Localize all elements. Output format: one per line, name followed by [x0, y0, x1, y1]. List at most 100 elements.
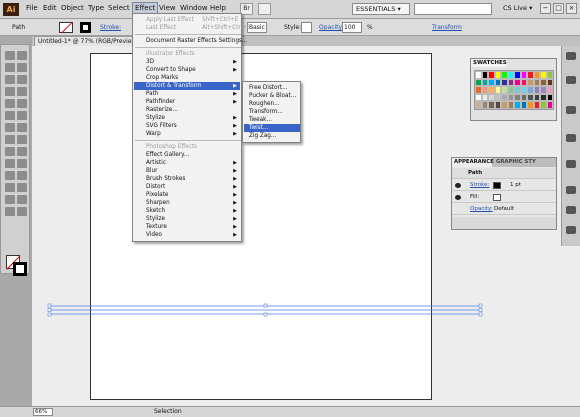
- menu-item-path[interactable]: Path ▶: [134, 90, 240, 98]
- swatch-chip[interactable]: [546, 86, 553, 94]
- graphic-style-swatch[interactable]: [301, 22, 312, 33]
- layers-panel-icon[interactable]: [566, 226, 576, 234]
- stroke-attribute-link[interactable]: Stroke:: [470, 180, 489, 191]
- lasso-tool-icon[interactable]: [17, 63, 27, 72]
- arrange-documents-icon[interactable]: [258, 3, 271, 15]
- menu-object[interactable]: Object: [61, 4, 84, 12]
- menu-item-sharpen[interactable]: Sharpen ▶: [134, 199, 240, 207]
- color-panel-icon[interactable]: [566, 52, 576, 60]
- close-button[interactable]: ×: [566, 3, 577, 14]
- pen-tool-icon[interactable]: [5, 75, 15, 84]
- eye-icon[interactable]: [455, 195, 461, 200]
- submenu-item-roughen[interactable]: Roughen...: [244, 100, 300, 108]
- menu-item-svg-filters[interactable]: SVG Filters ▶: [134, 122, 240, 130]
- menu-item-distort-transform[interactable]: Distort & Transform ▶: [134, 82, 240, 90]
- submenu-item-transform[interactable]: Transform...: [244, 108, 300, 116]
- menu-item-convert-to-shape[interactable]: Convert to Shape ▶: [134, 66, 240, 74]
- menu-item-document-raster-effects[interactable]: Document Raster Effects Settings...: [134, 37, 247, 45]
- cs-live-button[interactable]: CS Live ▾: [503, 4, 532, 12]
- symbols-panel-icon[interactable]: [566, 134, 576, 142]
- menu-view[interactable]: View: [159, 4, 176, 12]
- menu-item-stylize-photoshop[interactable]: Stylize ▶: [134, 215, 240, 223]
- appearance-stroke-row[interactable]: Stroke: 1 pt: [452, 180, 556, 191]
- appearance-opacity-row[interactable]: Opacity: Default: [452, 204, 556, 215]
- rotate-tool-icon[interactable]: [5, 123, 15, 132]
- eyedropper-tool-icon[interactable]: [5, 171, 15, 180]
- artboard-tool-icon[interactable]: [5, 195, 15, 204]
- stroke-attribute-swatch[interactable]: [493, 182, 501, 189]
- fill-attribute-swatch[interactable]: [493, 194, 501, 201]
- free-transform-tool-icon[interactable]: [17, 135, 27, 144]
- stroke-box-icon[interactable]: [13, 262, 27, 276]
- transparency-panel-icon[interactable]: [566, 206, 576, 214]
- stroke-weight-value[interactable]: 1 pt: [510, 180, 521, 191]
- menu-help[interactable]: Help: [210, 4, 226, 12]
- appearance-path-row[interactable]: Path: [452, 168, 556, 179]
- stroke-color-swatch[interactable]: [80, 22, 91, 33]
- menu-item-stylize[interactable]: Stylize ▶: [134, 114, 240, 122]
- swatch-chip[interactable]: [546, 101, 553, 109]
- eraser-tool-icon[interactable]: [17, 111, 27, 120]
- swatch-chip[interactable]: [546, 71, 553, 79]
- slice-tool-icon[interactable]: [17, 195, 27, 204]
- stroke-panel-link[interactable]: Stroke:: [100, 24, 121, 31]
- zoom-level-field[interactable]: 66%: [33, 408, 53, 416]
- menu-item-pathfinder[interactable]: Pathfinder ▶: [134, 98, 240, 106]
- help-search-input[interactable]: [414, 3, 492, 15]
- type-tool-icon[interactable]: [17, 75, 27, 84]
- menu-item-crop-marks[interactable]: Crop Marks: [134, 74, 240, 82]
- scale-tool-icon[interactable]: [17, 123, 27, 132]
- menu-edit[interactable]: Edit: [43, 4, 57, 12]
- rectangle-tool-icon[interactable]: [17, 87, 27, 96]
- menu-item-texture[interactable]: Texture ▶: [134, 223, 240, 231]
- menu-item-effect-gallery[interactable]: Effect Gallery...: [134, 151, 240, 159]
- menu-item-distort[interactable]: Distort ▶: [134, 183, 240, 191]
- selection-tool-icon[interactable]: [5, 51, 15, 60]
- workspace-switcher[interactable]: ESSENTIALS ▾: [352, 3, 410, 15]
- menu-select[interactable]: Select: [108, 4, 130, 12]
- appearance-fill-row[interactable]: Fill:: [452, 192, 556, 203]
- shape-builder-tool-icon[interactable]: [5, 147, 15, 156]
- menu-item-brush-strokes[interactable]: Brush Strokes ▶: [134, 175, 240, 183]
- transform-panel-link[interactable]: Transform: [432, 24, 462, 31]
- menu-item-pixelate[interactable]: Pixelate ▶: [134, 191, 240, 199]
- menu-item-rasterize[interactable]: Rasterize...: [134, 106, 240, 114]
- menu-item-blur[interactable]: Blur ▶: [134, 167, 240, 175]
- submenu-item-twist[interactable]: Twist...: [244, 124, 300, 132]
- color-guide-icon[interactable]: [566, 76, 576, 84]
- opacity-panel-link[interactable]: Opacity:: [319, 24, 344, 31]
- swatches-tab[interactable]: SWATCHES: [471, 59, 507, 67]
- hand-tool-icon[interactable]: [5, 207, 15, 216]
- menu-item-artistic[interactable]: Artistic ▶: [134, 159, 240, 167]
- appearance-tab[interactable]: APPEARANCE: [452, 158, 494, 167]
- menu-item-3d[interactable]: 3D ▶: [134, 58, 240, 66]
- symbol-sprayer-tool-icon[interactable]: [5, 183, 15, 192]
- submenu-item-zig-zag[interactable]: Zig Zag...: [244, 132, 300, 140]
- opacity-attribute-link[interactable]: Opacity:: [470, 204, 493, 215]
- menu-item-warp[interactable]: Warp ▶: [134, 130, 240, 138]
- zoom-tool-icon[interactable]: [17, 207, 27, 216]
- blob-brush-tool-icon[interactable]: [5, 111, 15, 120]
- menu-file[interactable]: File: [26, 4, 38, 12]
- menu-item-sketch[interactable]: Sketch ▶: [134, 207, 240, 215]
- minimize-button[interactable]: −: [540, 3, 551, 14]
- submenu-item-free-distort[interactable]: Free Distort...: [244, 84, 300, 92]
- graphic-styles-tab[interactable]: GRAPHIC STY: [496, 159, 536, 165]
- width-tool-icon[interactable]: [5, 135, 15, 144]
- maximize-button[interactable]: □: [553, 3, 564, 14]
- mesh-tool-icon[interactable]: [5, 159, 15, 168]
- line-tool-icon[interactable]: [5, 87, 15, 96]
- brushes-panel-icon[interactable]: [566, 106, 576, 114]
- direct-selection-tool-icon[interactable]: [17, 51, 27, 60]
- stroke-panel-icon[interactable]: [566, 160, 576, 168]
- fill-color-swatch[interactable]: [59, 22, 73, 33]
- pencil-tool-icon[interactable]: [17, 99, 27, 108]
- gradient-tool-icon[interactable]: [17, 159, 27, 168]
- menu-type[interactable]: Type: [88, 4, 104, 12]
- magic-wand-tool-icon[interactable]: [5, 63, 15, 72]
- menu-window[interactable]: Window: [180, 4, 208, 12]
- column-graph-tool-icon[interactable]: [17, 183, 27, 192]
- gradient-panel-icon[interactable]: [566, 186, 576, 194]
- blend-tool-icon[interactable]: [17, 171, 27, 180]
- swatch-chip[interactable]: [546, 78, 553, 87]
